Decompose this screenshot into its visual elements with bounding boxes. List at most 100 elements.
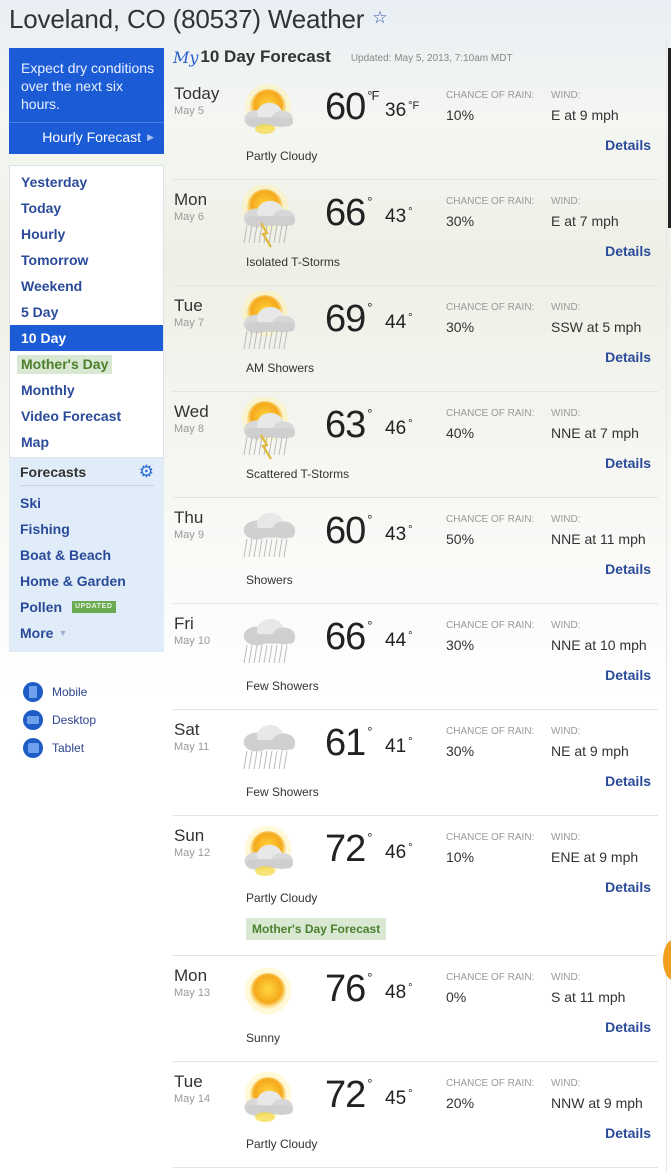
rain-chance: 10% bbox=[446, 849, 475, 865]
device-link-desktop[interactable]: Desktop bbox=[23, 706, 164, 734]
page-title: Loveland, CO (80537) Weather ☆ bbox=[9, 4, 387, 35]
wind-value: ENE at 9 mph bbox=[551, 849, 639, 865]
my-logo[interactable]: My bbox=[173, 48, 198, 67]
partly-cloudy-icon bbox=[233, 821, 303, 885]
nav-item-hourly[interactable]: Hourly bbox=[10, 221, 163, 247]
nav-item-label: Today bbox=[21, 200, 62, 216]
forecast-item-label: Boat & Beach bbox=[20, 547, 112, 563]
low-temp: 36 °F bbox=[385, 100, 419, 122]
low-temp: 46 ° bbox=[385, 418, 413, 440]
low-temp: 41 ° bbox=[385, 736, 413, 758]
temp-unit: ° bbox=[408, 418, 413, 430]
nav-item-tomorrow[interactable]: Tomorrow bbox=[10, 247, 163, 273]
forecast-item-ski[interactable]: Ski bbox=[20, 490, 154, 516]
forecast-row: Sun May 12 Partly Cloudy 72 ° 46 ° CHANCE … bbox=[173, 816, 658, 956]
nav-item-5-day[interactable]: 5 Day bbox=[10, 299, 163, 325]
mothers-day-forecast-button[interactable]: Mother's Day Forecast bbox=[246, 918, 387, 940]
feedback-tab[interactable] bbox=[663, 940, 671, 980]
nav-item-map[interactable]: Map bbox=[10, 429, 163, 455]
hourly-forecast-link[interactable]: Hourly Forecast ▶ bbox=[42, 129, 154, 145]
details-link[interactable]: Details bbox=[605, 561, 651, 577]
updated-timestamp: Updated: May 5, 2013, 7:10am MDT bbox=[350, 52, 513, 64]
rain-label: CHANCE OF RAIN: bbox=[446, 90, 535, 101]
rain-chance: 30% bbox=[446, 213, 475, 229]
wind-value: E at 9 mph bbox=[551, 107, 619, 123]
device-links: Mobile Desktop Tablet bbox=[9, 678, 164, 762]
temp-unit: ° bbox=[408, 630, 413, 642]
day-cell: Tue May 14 bbox=[174, 1072, 210, 1105]
temp-unit: ° bbox=[367, 970, 372, 985]
promo-text: Expect dry conditions over the next six … bbox=[21, 60, 155, 112]
day-cell: Fri May 10 bbox=[174, 614, 210, 647]
details-link[interactable]: Details bbox=[605, 243, 651, 259]
rain-label: CHANCE OF RAIN: bbox=[446, 514, 535, 525]
day-name: Mon bbox=[174, 190, 208, 209]
high-temp-value: 60 bbox=[325, 510, 366, 552]
details-link[interactable]: Details bbox=[605, 1019, 651, 1035]
rain-chance: 40% bbox=[446, 425, 475, 441]
low-temp: 46 ° bbox=[385, 842, 413, 864]
nav-item-label: 10 Day bbox=[21, 330, 67, 346]
wind-value: NE at 9 mph bbox=[551, 743, 629, 759]
forecast-item-label: Ski bbox=[20, 495, 42, 511]
nav-item-monthly[interactable]: Monthly bbox=[10, 377, 163, 403]
nav-item-video-forecast[interactable]: Video Forecast bbox=[10, 403, 163, 429]
high-temp-value: 63 bbox=[325, 404, 366, 446]
day-cell: Sat May 11 bbox=[174, 720, 209, 753]
gear-icon[interactable]: ⚙ bbox=[139, 462, 154, 482]
wind-value: NNE at 7 mph bbox=[551, 425, 639, 441]
low-temp-value: 45 bbox=[385, 1088, 407, 1109]
device-link-tablet[interactable]: Tablet bbox=[23, 734, 164, 762]
nav-item-weekend[interactable]: Weekend bbox=[10, 273, 163, 299]
day-date: May 6 bbox=[174, 211, 204, 223]
low-temp-value: 48 bbox=[385, 982, 407, 1003]
desktop-icon bbox=[23, 710, 43, 730]
page-border bbox=[666, 40, 667, 1172]
details-link[interactable]: Details bbox=[605, 773, 651, 789]
day-name: Wed bbox=[174, 402, 209, 421]
low-temp: 44 ° bbox=[385, 630, 413, 652]
high-temp-value: 72 bbox=[325, 828, 366, 870]
promo-divider bbox=[9, 122, 164, 123]
forecast-item-pollen[interactable]: Pollen UPDATED bbox=[20, 594, 154, 620]
high-temp-value: 69 bbox=[325, 298, 366, 340]
star-outline-icon[interactable]: ☆ bbox=[372, 8, 387, 28]
temp-unit: ° bbox=[367, 194, 372, 209]
wind-label: WIND: bbox=[551, 1078, 581, 1089]
high-temp-value: 66 bbox=[325, 616, 366, 658]
high-temp: 69 ° bbox=[325, 298, 373, 341]
nav-item-today[interactable]: Today bbox=[10, 195, 163, 221]
high-temp: 66 ° bbox=[325, 192, 373, 235]
condition-text: Showers bbox=[246, 573, 293, 587]
condition-text: Partly Cloudy bbox=[246, 891, 318, 905]
temp-unit: ° bbox=[367, 724, 372, 739]
forecast-item-home-garden[interactable]: Home & Garden bbox=[20, 568, 154, 594]
details-link[interactable]: Details bbox=[605, 879, 651, 895]
forecast-header: My 10 Day Forecast Updated: May 5, 2013,… bbox=[173, 40, 658, 74]
details-link[interactable]: Details bbox=[605, 667, 651, 683]
triangle-right-icon: ▶ bbox=[147, 131, 154, 142]
sunny-icon bbox=[233, 961, 303, 1025]
details-link[interactable]: Details bbox=[605, 1125, 651, 1141]
forecast-row: Today May 5 Partly Cloudy 60 °F 36 °F CHAN… bbox=[173, 74, 658, 180]
low-temp-value: 44 bbox=[385, 312, 407, 333]
forecast-item-boat-beach[interactable]: Boat & Beach bbox=[20, 542, 154, 568]
nav-item-mother-s-day[interactable]: Mother's Day bbox=[10, 351, 163, 377]
low-temp-value: 41 bbox=[385, 736, 407, 757]
device-link-mobile[interactable]: Mobile bbox=[23, 678, 164, 706]
forecast-item-label: Home & Garden bbox=[20, 573, 126, 589]
details-link[interactable]: Details bbox=[605, 349, 651, 365]
forecast-item-more[interactable]: More ▼ bbox=[20, 620, 154, 646]
day-cell: Thu May 9 bbox=[174, 508, 204, 541]
day-name: Tue bbox=[174, 296, 203, 315]
high-temp-value: 76 bbox=[325, 968, 366, 1010]
high-temp: 66 ° bbox=[325, 616, 373, 659]
details-link[interactable]: Details bbox=[605, 455, 651, 471]
details-link[interactable]: Details bbox=[605, 137, 651, 153]
forecast-item-fishing[interactable]: Fishing bbox=[20, 516, 154, 542]
nav-item-yesterday[interactable]: Yesterday bbox=[10, 169, 163, 195]
low-temp-value: 46 bbox=[385, 418, 407, 439]
nav-item-10-day[interactable]: 10 Day bbox=[10, 325, 163, 351]
hourly-promo: Expect dry conditions over the next six … bbox=[9, 48, 164, 154]
nav-item-label: Yesterday bbox=[21, 174, 88, 190]
